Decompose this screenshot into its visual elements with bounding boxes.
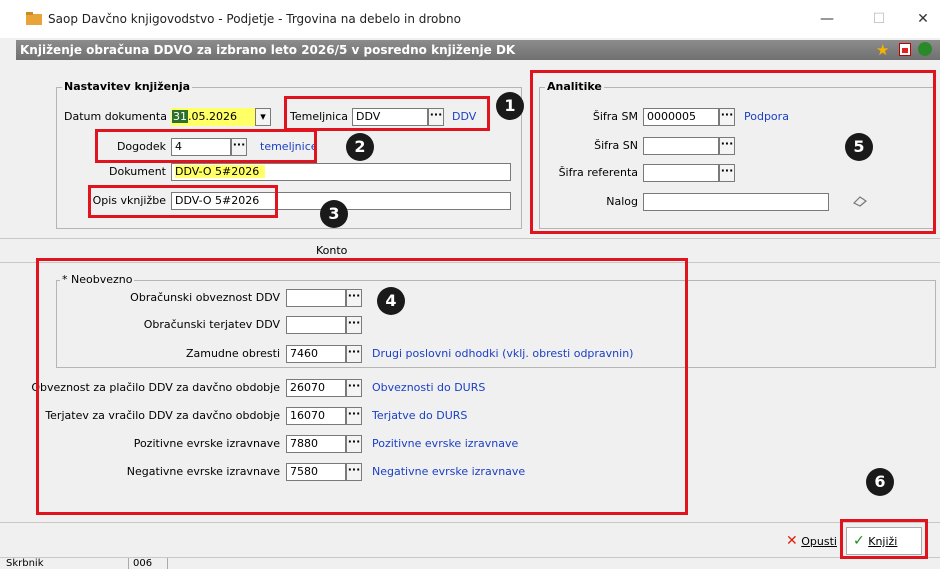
star-icon[interactable]: ★ <box>876 41 889 59</box>
datum-dropdown-button[interactable]: ▾ <box>255 108 271 126</box>
datum-label: Datum dokumenta <box>64 110 167 123</box>
annotation-badge-6: 6 <box>866 468 894 496</box>
annotation-box-6 <box>840 519 928 559</box>
annotation-box-3 <box>88 185 278 218</box>
annotation-box-4 <box>36 258 688 515</box>
datum-rest: .05.2026 <box>188 110 237 123</box>
app-folder-icon <box>26 12 42 25</box>
nastavitev-legend: Nastavitev knjiženja <box>62 80 193 93</box>
dokument-input[interactable]: DDV-O 5#2026 <box>171 163 511 181</box>
datum-day: 31 <box>172 110 188 123</box>
konto-section-label: Konto <box>316 244 348 257</box>
status-bar: Skrbnik 006 <box>0 557 940 569</box>
dokument-label: Dokument <box>109 165 166 178</box>
annotation-badge-4: 4 <box>377 287 405 315</box>
footer-divider <box>0 522 940 523</box>
cancel-label: Opusti <box>801 535 837 548</box>
status-code: 006 <box>128 558 168 569</box>
status-user: Skrbnik <box>6 558 44 569</box>
konto-divider-top <box>0 238 940 239</box>
datum-input[interactable]: 31.05.2026 <box>171 108 255 126</box>
window-titlebar: Saop Davčno knjigovodstvo - Podjetje - T… <box>0 0 940 38</box>
annotation-box-2 <box>95 129 317 163</box>
cancel-button[interactable]: ✕ Opusti <box>786 533 837 550</box>
form-title: Knjiženje obračuna DDVO za izbrano leto … <box>20 43 516 57</box>
exit-icon[interactable] <box>918 42 932 56</box>
annotation-badge-2: 2 <box>346 133 374 161</box>
cross-icon: ✕ <box>786 533 798 549</box>
dokument-value: DDV-O 5#2026 <box>175 165 266 178</box>
annotation-box-5 <box>530 70 936 234</box>
annotation-badge-5: 5 <box>845 133 873 161</box>
minimize-button[interactable]: — <box>812 8 842 30</box>
maximize-button[interactable]: ☐ <box>864 8 894 30</box>
form-header: Knjiženje obračuna DDVO za izbrano leto … <box>16 40 940 60</box>
close-button[interactable]: ✕ <box>908 8 938 30</box>
annotation-box-1 <box>284 96 490 131</box>
annotation-badge-1: 1 <box>496 92 524 120</box>
document-close-icon[interactable] <box>899 43 911 56</box>
annotation-badge-3: 3 <box>320 200 348 228</box>
window-title: Saop Davčno knjigovodstvo - Podjetje - T… <box>48 12 461 26</box>
